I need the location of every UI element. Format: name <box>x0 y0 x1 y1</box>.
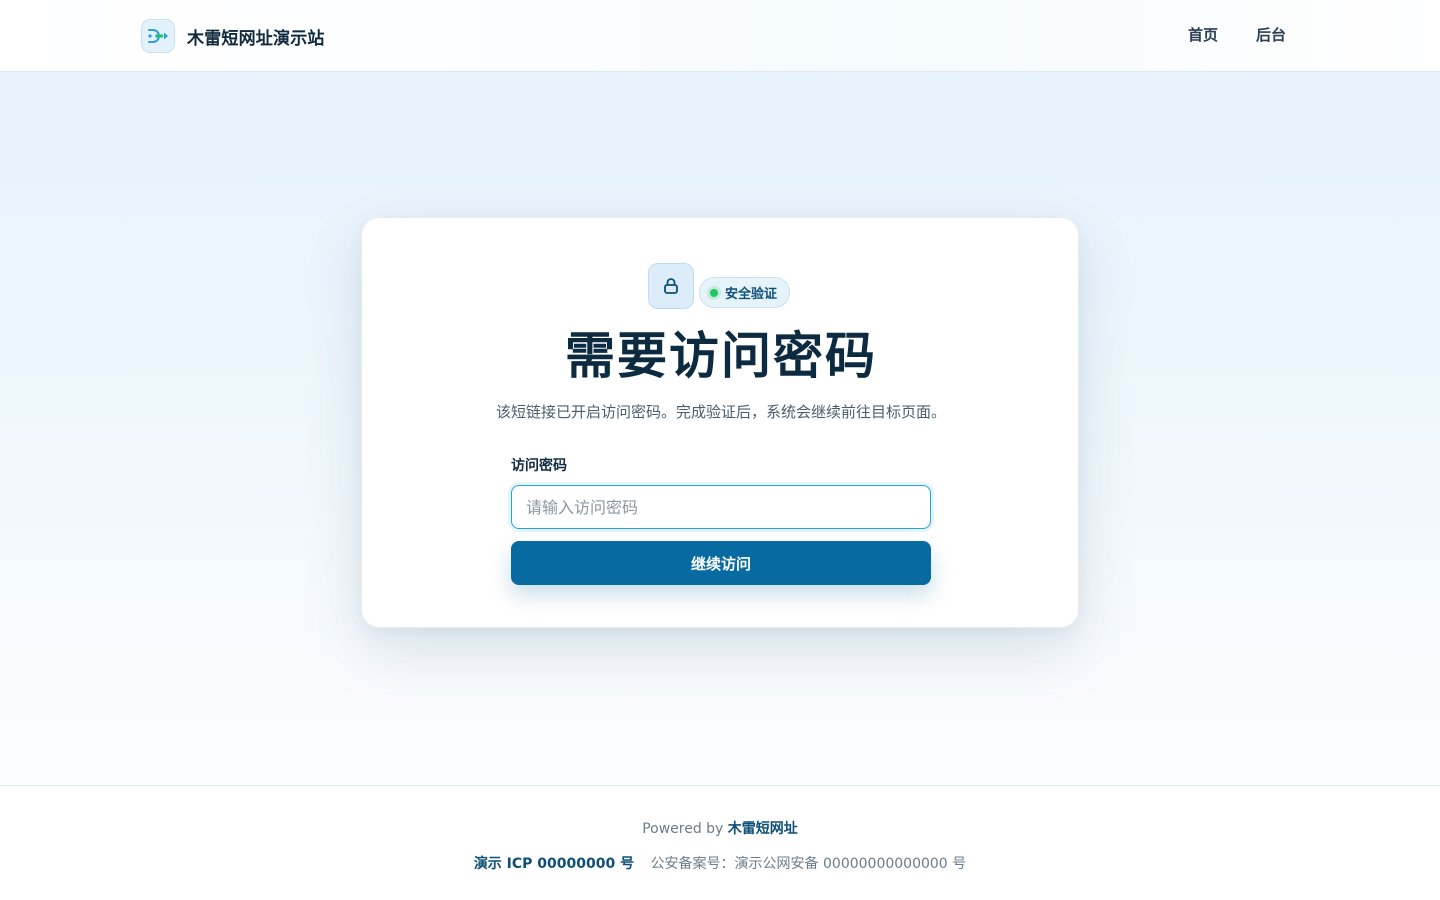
password-field-label: 访问密码 <box>511 458 567 474</box>
top-nav: 首页 后台 <box>1188 24 1286 45</box>
brand-link[interactable]: 木雷短网址演示站 <box>141 19 325 53</box>
password-input[interactable] <box>511 485 931 529</box>
legal-info: 演示 ICP 00000000 号 公安备案号：演示公网安备 000000000… <box>0 853 1440 873</box>
nav-admin-link[interactable]: 后台 <box>1256 24 1286 45</box>
security-badge-label: 安全验证 <box>725 287 778 302</box>
police-record: 公安备案号：演示公网安备 00000000000000 号 <box>650 856 967 872</box>
page-title: 需要访问密码 <box>565 327 877 385</box>
password-card: 安全验证 需要访问密码 该短链接已开启访问密码。完成验证后，系统会继续前往目标页… <box>361 217 1079 628</box>
page-description: 该短链接已开启访问密码。完成验证后，系统会继续前往目标页面。 <box>495 403 946 421</box>
nav-home-link[interactable]: 首页 <box>1188 24 1218 45</box>
icp-link[interactable]: 演示 ICP 00000000 号 <box>474 856 634 872</box>
site-header: 木雷短网址演示站 首页 后台 <box>0 0 1440 72</box>
link-arrow-logo-icon <box>141 19 175 53</box>
site-title: 木雷短网址演示站 <box>187 28 325 49</box>
lock-icon <box>648 263 694 309</box>
continue-button[interactable]: 继续访问 <box>511 541 931 585</box>
powered-by: Powered by 木雷短网址 <box>0 818 1440 838</box>
powered-brand-link[interactable]: 木雷短网址 <box>728 821 798 837</box>
card-badges: 安全验证 <box>648 261 791 309</box>
status-dot-icon <box>710 288 718 297</box>
powered-prefix: Powered by <box>642 821 724 837</box>
site-footer: Powered by 木雷短网址 演示 ICP 00000000 号 公安备案号… <box>0 785 1440 900</box>
security-badge: 安全验证 <box>699 277 791 308</box>
